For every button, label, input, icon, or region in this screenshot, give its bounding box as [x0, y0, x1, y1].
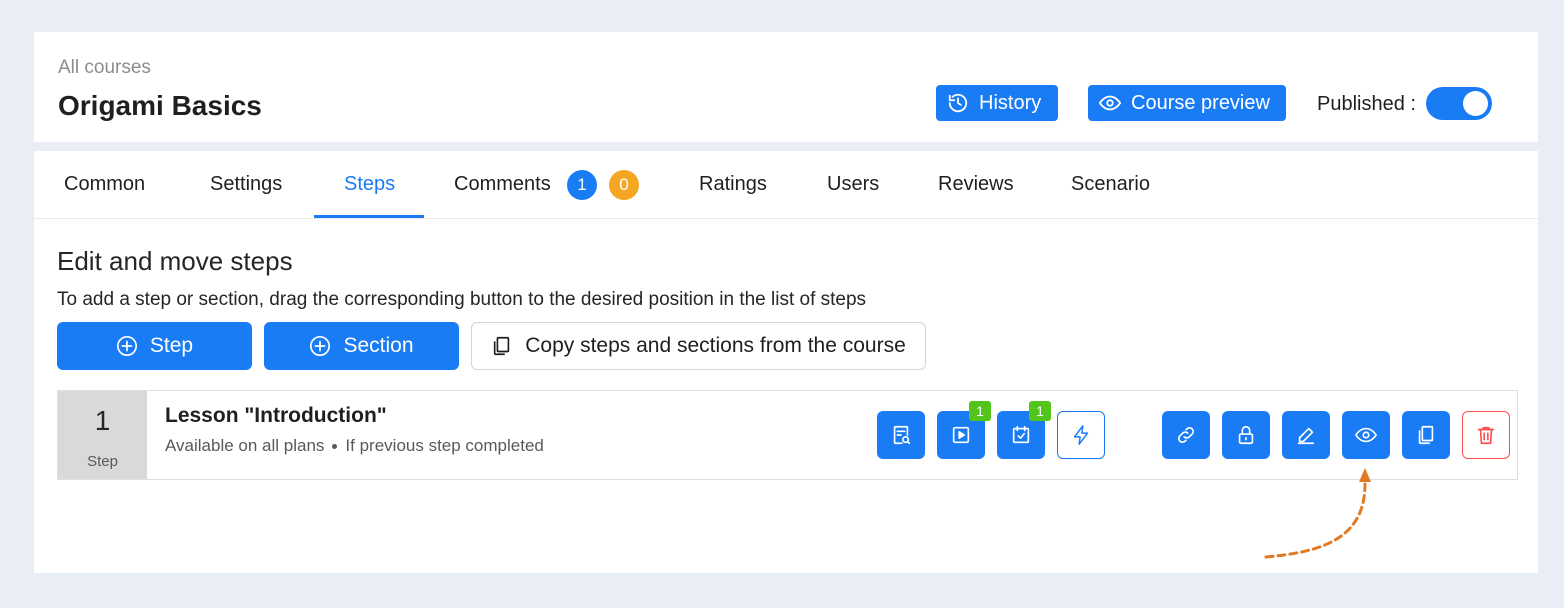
step-title: Lesson "Introduction"	[165, 404, 387, 427]
course-preview-button[interactable]: Course preview	[1088, 85, 1286, 121]
step-lock-button[interactable]	[1222, 411, 1270, 459]
lightning-icon	[1073, 425, 1089, 445]
step-condition: If previous step completed	[345, 436, 544, 455]
copy-steps-button[interactable]: Copy steps and sections from the course	[471, 322, 926, 370]
course-preview-label: Course preview	[1131, 91, 1270, 114]
task-count-badge: 1	[1029, 401, 1051, 421]
active-tab-indicator	[314, 215, 424, 218]
add-section-label: Section	[343, 334, 414, 357]
pencil-icon	[1297, 427, 1315, 445]
step-copy-button[interactable]	[1402, 411, 1450, 459]
step-review-button[interactable]	[877, 411, 925, 459]
tab-users[interactable]: Users	[827, 173, 879, 219]
step-number: 1	[94, 405, 111, 436]
plus-circle-icon	[310, 336, 331, 356]
comments-new-badge: 1	[567, 170, 597, 200]
published-label: Published :	[1317, 93, 1416, 115]
trash-icon	[1477, 426, 1495, 445]
step-availability: Available on all plans	[165, 436, 325, 455]
course-header: All courses Origami Basics History Cours…	[34, 32, 1538, 142]
section-description: To add a step or section, drag the corre…	[57, 289, 867, 310]
eye-icon	[1355, 427, 1377, 443]
step-number-box[interactable]: 1 Step	[58, 391, 147, 479]
tab-comments[interactable]: Comments	[454, 173, 551, 219]
copy-steps-label: Copy steps and sections from the course	[525, 334, 906, 357]
plus-circle-icon	[116, 336, 137, 356]
step-video-button[interactable]: 1	[937, 401, 991, 459]
history-label: History	[979, 91, 1042, 114]
section-title: Edit and move steps	[57, 246, 293, 276]
page-title: Origami Basics	[58, 90, 262, 121]
step-edit-button[interactable]	[1282, 411, 1330, 459]
toggle-knob	[1463, 91, 1488, 116]
step-delete-button[interactable]	[1462, 411, 1510, 459]
history-button[interactable]: History	[936, 85, 1058, 121]
tab-common[interactable]: Common	[64, 173, 145, 219]
video-count-badge: 1	[969, 401, 991, 421]
play-square-icon	[952, 426, 970, 444]
tab-steps[interactable]: Steps	[344, 173, 395, 219]
document-search-icon	[893, 425, 911, 445]
lock-icon	[1238, 425, 1254, 445]
add-step-button[interactable]: Step	[57, 322, 252, 370]
tab-scenario[interactable]: Scenario	[1071, 173, 1150, 219]
breadcrumb[interactable]: All courses	[58, 57, 151, 79]
copy-icon	[494, 336, 510, 356]
separator-dot	[332, 443, 338, 449]
calendar-check-icon	[1012, 425, 1030, 444]
annotation-arrow	[1264, 468, 1371, 559]
step-link-button[interactable]	[1162, 411, 1210, 459]
copy-icon	[1418, 425, 1434, 445]
step-meta: Available on all plans If previous step …	[165, 436, 544, 456]
step-automation-button[interactable]	[1057, 411, 1105, 459]
tab-settings[interactable]: Settings	[210, 173, 282, 219]
step-task-button[interactable]: 1	[997, 401, 1051, 459]
step-kind: Step	[87, 453, 118, 470]
step-preview-button[interactable]	[1342, 411, 1390, 459]
eye-icon	[1099, 95, 1121, 111]
tab-reviews[interactable]: Reviews	[938, 173, 1014, 219]
add-section-button[interactable]: Section	[264, 322, 459, 370]
link-icon	[1177, 426, 1195, 444]
add-step-label: Step	[149, 334, 194, 357]
tab-ratings[interactable]: Ratings	[699, 173, 767, 219]
tab-bar: Common Settings Steps Comments 1 0 Ratin…	[34, 151, 1538, 219]
comments-pending-badge: 0	[609, 170, 639, 200]
history-icon	[948, 93, 968, 113]
published-toggle[interactable]	[1426, 87, 1492, 120]
